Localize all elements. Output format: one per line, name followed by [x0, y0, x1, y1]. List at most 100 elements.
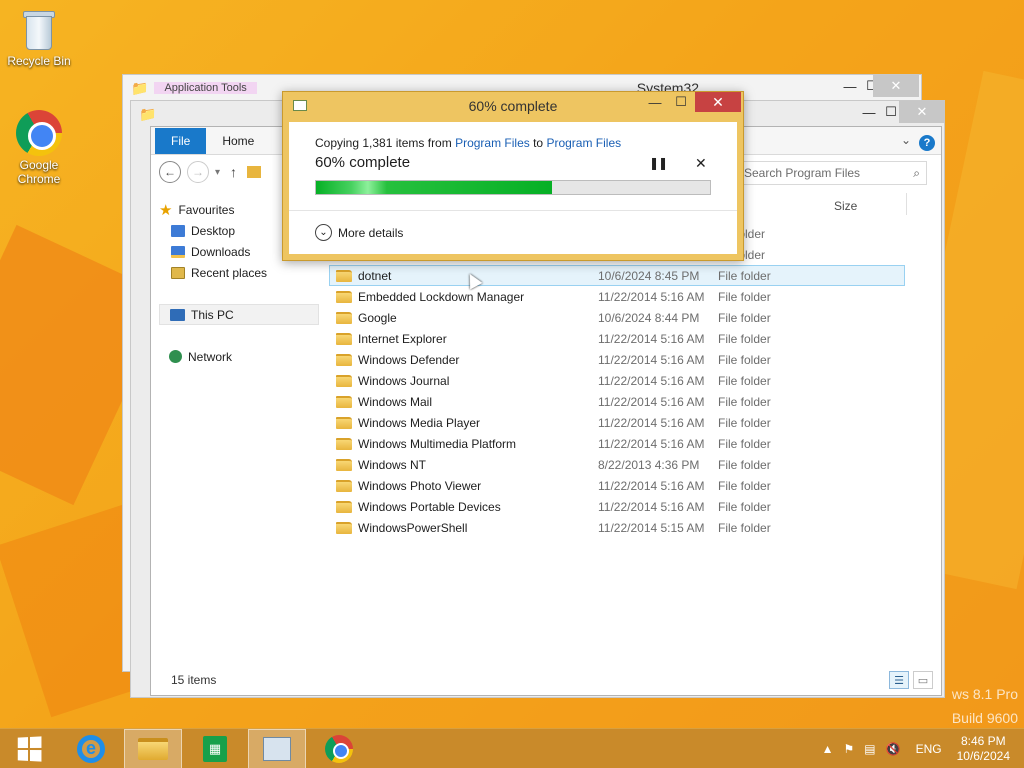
folder-icon [336, 458, 352, 471]
file-row[interactable]: Windows Multimedia Platform 11/22/2014 5:… [329, 433, 905, 454]
taskbar-file-explorer[interactable] [124, 728, 182, 768]
cancel-button[interactable]: ✕ [695, 155, 707, 172]
file-row[interactable]: Windows Journal 11/22/2014 5:16 AM File fo… [329, 370, 905, 391]
folder-icon [336, 437, 352, 450]
details-view-icon[interactable]: ☰ [889, 671, 909, 689]
start-button[interactable] [0, 729, 58, 768]
windows-logo-icon [17, 735, 42, 762]
desktop-icon-label: Google Chrome [17, 158, 61, 186]
file-row[interactable]: Windows Photo Viewer 11/22/2014 5:16 AM Fi… [329, 475, 905, 496]
file-date-modified: 8/22/2013 4:36 PM [598, 457, 700, 472]
file-list: dotnet 10/6/2024 8:45 PM File folder Embedd… [329, 265, 905, 538]
folder-icon: 📁 [139, 105, 157, 122]
taskbar-google-chrome[interactable] [310, 729, 368, 768]
close-button[interactable]: ✕ [695, 92, 741, 112]
file-name: Internet Explorer [358, 331, 447, 346]
file-type: File folder [718, 478, 771, 493]
file-name: WindowsPowerShell [358, 520, 468, 535]
file-type: File folder [718, 289, 771, 304]
help-icon[interactable]: ? [919, 135, 935, 151]
close-button[interactable]: ✕ [873, 75, 919, 97]
chrome-icon [16, 110, 62, 156]
copy-app-icon [293, 100, 307, 111]
file-date-modified: 11/22/2014 5:16 AM [598, 499, 705, 514]
file-row[interactable]: Windows Portable Devices 11/22/2014 5:16 … [329, 496, 905, 517]
file-row[interactable]: Windows Media Player 11/22/2014 5:16 AM Fi… [329, 412, 905, 433]
nav-label: Recent places [191, 265, 268, 280]
destination-link[interactable]: Program Files [546, 136, 621, 150]
recent-locations-dropdown[interactable]: ▾ [215, 167, 220, 178]
pause-button[interactable]: ❚❚ [649, 156, 668, 170]
close-button[interactable]: ✕ [899, 101, 945, 123]
file-row[interactable]: Windows NT 8/22/2013 4:36 PM File folder [329, 454, 905, 475]
file-date-modified: 11/22/2014 5:16 AM [598, 436, 705, 451]
file-type: File folder [718, 310, 771, 325]
search-placeholder: Search Program Files [744, 166, 861, 180]
minimize-button[interactable]: — [643, 92, 667, 112]
volume-muted-icon[interactable]: 🔇 [886, 742, 901, 756]
contextual-tab[interactable]: Application Tools [154, 82, 257, 94]
file-row[interactable]: Windows Mail 11/22/2014 5:16 AM File folde… [329, 391, 905, 412]
taskbar-internet-explorer[interactable]: e [62, 729, 120, 768]
file-row[interactable]: Google 10/6/2024 8:44 PM File folder [329, 307, 905, 328]
show-hidden-icons-icon[interactable]: ▲ [822, 742, 834, 756]
copy-progress-dialog[interactable]: 60% complete — ☐ ✕ Copying 1,381 items f… [282, 91, 744, 261]
search-input[interactable]: Search Program Files ⌕ [737, 161, 927, 185]
desktop-icon-google-chrome[interactable]: Google Chrome [2, 110, 76, 186]
nav-item-network[interactable]: Network [159, 346, 319, 367]
column-divider[interactable] [906, 193, 907, 215]
dialog-titlebar[interactable]: 60% complete — ☐ ✕ [283, 92, 743, 120]
folder-icon [336, 374, 352, 387]
file-type: File folder [718, 373, 771, 388]
clock[interactable]: 8:46 PM 10/6/2024 [957, 734, 1010, 764]
desktop-icon-label: Recycle Bin [7, 54, 71, 68]
more-details-button[interactable]: ⌄ More details [315, 224, 403, 241]
action-center-flag-icon[interactable]: ⚑ [844, 742, 855, 756]
store-icon: ▦ [203, 735, 227, 762]
taskbar-store[interactable]: ▦ [186, 729, 244, 768]
column-header-size[interactable]: Size [834, 199, 857, 213]
resource-monitor-icon [263, 736, 291, 761]
file-row[interactable]: WindowsPowerShell 11/22/2014 5:15 AM File … [329, 517, 905, 538]
forward-button[interactable]: → [187, 161, 209, 183]
star-icon: ★ [159, 201, 173, 219]
os-build-watermark: Build 9600 [951, 710, 1018, 726]
file-date-modified: 11/22/2014 5:15 AM [598, 520, 705, 535]
large-icons-view-icon[interactable]: ▭ [913, 671, 933, 689]
dialog-body: Copying 1,381 items from Program Files t… [289, 122, 737, 254]
view-switcher: ☰ ▭ [889, 671, 933, 689]
tab-home[interactable]: Home [206, 128, 270, 154]
language-indicator[interactable]: ENG [916, 742, 942, 756]
recycle-bin-icon [22, 8, 56, 52]
file-row[interactable]: Embedded Lockdown Manager 11/22/2014 5:16… [329, 286, 905, 307]
file-date-modified: 11/22/2014 5:16 AM [598, 331, 705, 346]
taskbar-copy-dialog[interactable] [248, 728, 306, 768]
file-date-modified: 11/22/2014 5:16 AM [598, 394, 705, 409]
copy-description: Copying 1,381 items from Program Files t… [315, 136, 621, 150]
tab-file[interactable]: File [155, 128, 207, 154]
network-tray-icon[interactable]: ▤ [864, 742, 875, 756]
file-date-modified: 10/6/2024 8:45 PM [598, 268, 700, 283]
progress-fill [316, 181, 553, 194]
folder-icon [336, 500, 352, 513]
desktop-icon-recycle-bin[interactable]: Recycle Bin [2, 8, 76, 68]
computer-icon [170, 308, 185, 321]
taskbar: e ▦ ▲ ⚑ ▤ 🔇 ENG 8:46 PM 10/6/2024 [0, 728, 1024, 768]
nav-item-recent-places[interactable]: Recent places [159, 262, 319, 283]
back-button[interactable]: ← [159, 161, 181, 183]
chrome-icon [325, 734, 353, 763]
file-row[interactable]: Windows Defender 11/22/2014 5:16 AM File f… [329, 349, 905, 370]
file-name: Windows Portable Devices [358, 499, 501, 514]
up-button[interactable]: ↑ [230, 164, 237, 180]
chevron-down-icon[interactable]: ⌄ [901, 133, 911, 147]
file-row[interactable]: Internet Explorer 11/22/2014 5:16 AM File … [329, 328, 905, 349]
desktop-icon [171, 224, 185, 237]
file-name: Windows Multimedia Platform [358, 436, 517, 451]
recent-places-icon [171, 266, 185, 279]
search-icon[interactable]: ⌕ [913, 166, 920, 181]
nav-item-this-pc[interactable]: This PC [159, 304, 319, 325]
maximize-button[interactable]: ☐ [669, 92, 693, 112]
clock-time: 8:46 PM [960, 734, 1006, 748]
source-link[interactable]: Program Files [455, 136, 530, 150]
file-row[interactable]: dotnet 10/6/2024 8:45 PM File folder [329, 265, 905, 286]
